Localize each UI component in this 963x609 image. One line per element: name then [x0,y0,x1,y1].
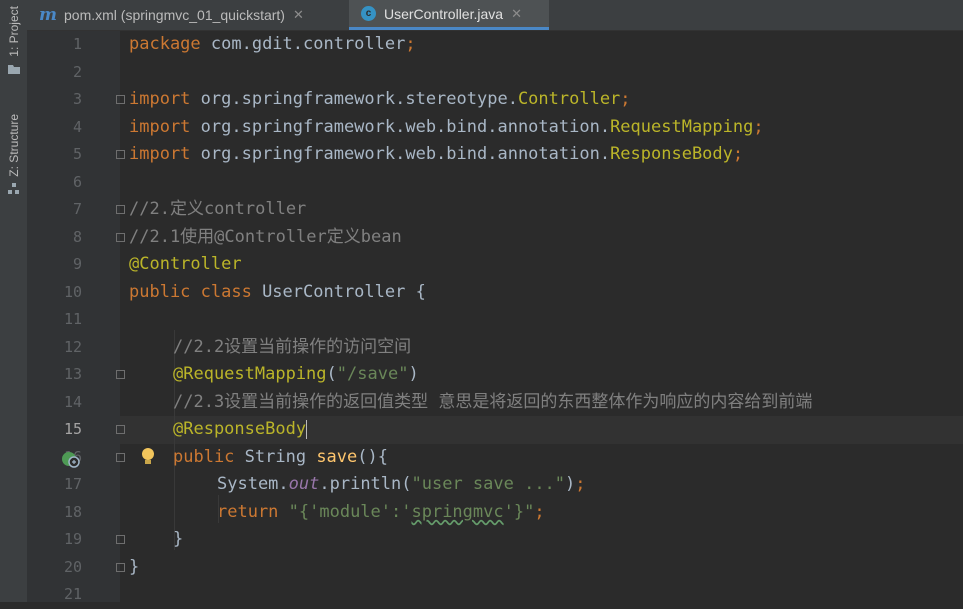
close-icon[interactable]: ✕ [511,6,522,22]
code-line-7: //2.定义controller [129,199,307,219]
structure-tool-button[interactable]: Z: Structure [0,114,27,195]
line-number: 8 [72,227,82,246]
code-line-3: import org.springframework.stereotype.Co… [129,89,631,109]
code-line-4: import org.springframework.web.bind.anno… [129,116,764,137]
code-editor[interactable]: package com.gdit.controller; import org.… [121,31,963,602]
line-number: 13 [63,365,82,383]
code-line-20: } [129,556,140,577]
code-line-15: @ResponseBody [173,419,308,439]
code-line-17: System.out.println("user save ..."); [217,474,586,494]
line-number: 10 [63,282,82,301]
tab-label: pom.xml (springmvc_01_quickstart) [64,7,285,23]
text-caret [306,419,308,439]
tab-pom-xml[interactable]: m pom.xml (springmvc_01_quickstart) ✕ [27,0,349,30]
structure-tool-label: Z: Structure [6,114,21,177]
line-number: 3 [72,90,82,108]
line-number: 18 [63,502,82,521]
code-line-5: import org.springframework.web.bind.anno… [129,144,744,164]
code-line-13: @RequestMapping("/save") [173,364,419,384]
tab-user-controller[interactable]: c UserController.java ✕ [349,0,549,30]
code-line-9: @Controller [129,254,242,274]
request-mapping-icon[interactable] [61,450,81,470]
editor-gutter: 1 2 3 4 5 6 7 8 9 10 11 12 13 14 15 16 1… [27,31,154,603]
code-line-1: package com.gdit.controller; [129,34,416,54]
editor-tab-bar: m pom.xml (springmvc_01_quickstart) ✕ c … [27,0,963,31]
project-tool-label: 1: Project [6,6,21,57]
line-number: 7 [72,200,82,218]
folder-icon [7,64,20,74]
project-tool-button[interactable]: 1: Project [0,6,27,75]
line-number: 21 [63,585,82,603]
structure-icon [7,182,19,194]
line-number: 4 [72,117,82,136]
line-number: 19 [63,530,82,548]
code-line-18: return "{'module':'springmvc'}"; [217,501,545,522]
line-number: 14 [63,392,82,411]
line-number: 11 [63,310,82,328]
code-line-16: public String save(){ [173,446,388,467]
code-line-12: //2.2设置当前操作的访问空间 [173,336,412,357]
line-number: 20 [63,557,82,576]
code-line-10: public class UserController { [129,281,426,302]
tab-label: UserController.java [384,5,504,22]
line-number: 6 [72,172,82,191]
line-number: 17 [63,475,82,493]
maven-m-icon: m [39,5,57,25]
code-line-8: //2.1使用@Controller定义bean [129,226,402,247]
close-icon[interactable]: ✕ [293,7,304,23]
line-number: 12 [63,337,82,356]
line-number: 5 [72,145,82,163]
code-line-14: //2.3设置当前操作的返回值类型 意思是将返回的东西整体作为响应的内容给到前端 [173,391,813,412]
line-number: 1 [72,35,82,53]
line-number: 2 [72,62,82,81]
line-number: 9 [72,255,82,273]
line-number: 15 [63,420,82,438]
java-class-icon: c [361,6,376,21]
code-line-19: } [173,529,184,549]
tool-window-strip: 1: Project Z: Structure [0,0,28,602]
